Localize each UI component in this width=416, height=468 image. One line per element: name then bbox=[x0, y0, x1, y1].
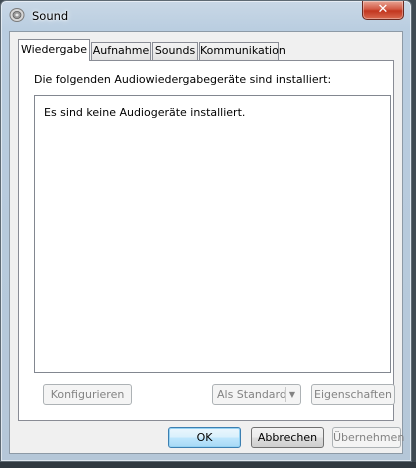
dialog-client-area: Wiedergabe Aufnahme Sounds Kommunikation… bbox=[9, 31, 404, 454]
instruction-label: Die folgenden Audiowiedergabegeräte sind… bbox=[34, 73, 332, 86]
tab-aufnahme[interactable]: Aufnahme bbox=[91, 42, 151, 60]
device-list[interactable]: Es sind keine Audiogeräte installiert. bbox=[34, 95, 391, 373]
empty-list-message: Es sind keine Audiogeräte installiert. bbox=[44, 106, 246, 119]
properties-button[interactable]: Eigenschaften bbox=[311, 384, 395, 405]
cancel-button[interactable]: Abbrechen bbox=[251, 427, 324, 448]
title-bar[interactable]: Sound ✕ bbox=[1, 1, 411, 31]
close-icon: ✕ bbox=[377, 2, 389, 17]
tab-panel-wiedergabe: Die folgenden Audiowiedergabegeräte sind… bbox=[18, 60, 395, 421]
tab-kommunikation[interactable]: Kommunikation bbox=[199, 42, 286, 60]
apply-button[interactable]: Übernehmen bbox=[332, 427, 404, 448]
set-default-split-button[interactable]: Als Standard ▼ bbox=[212, 384, 301, 405]
tab-sounds[interactable]: Sounds bbox=[152, 42, 198, 60]
ok-button[interactable]: OK bbox=[168, 427, 241, 448]
tab-wiedergabe[interactable]: Wiedergabe bbox=[18, 39, 90, 61]
set-default-label: Als Standard bbox=[217, 388, 287, 401]
close-button[interactable]: ✕ bbox=[362, 1, 404, 20]
sound-dialog-window: Sound ✕ Wiedergabe Aufnahme Sounds Kommu… bbox=[0, 0, 412, 462]
background-strip bbox=[0, 462, 416, 468]
chevron-down-icon[interactable]: ▼ bbox=[286, 385, 298, 404]
speaker-icon bbox=[9, 7, 25, 23]
window-title: Sound bbox=[32, 9, 69, 23]
configure-button[interactable]: Konfigurieren bbox=[43, 384, 132, 405]
